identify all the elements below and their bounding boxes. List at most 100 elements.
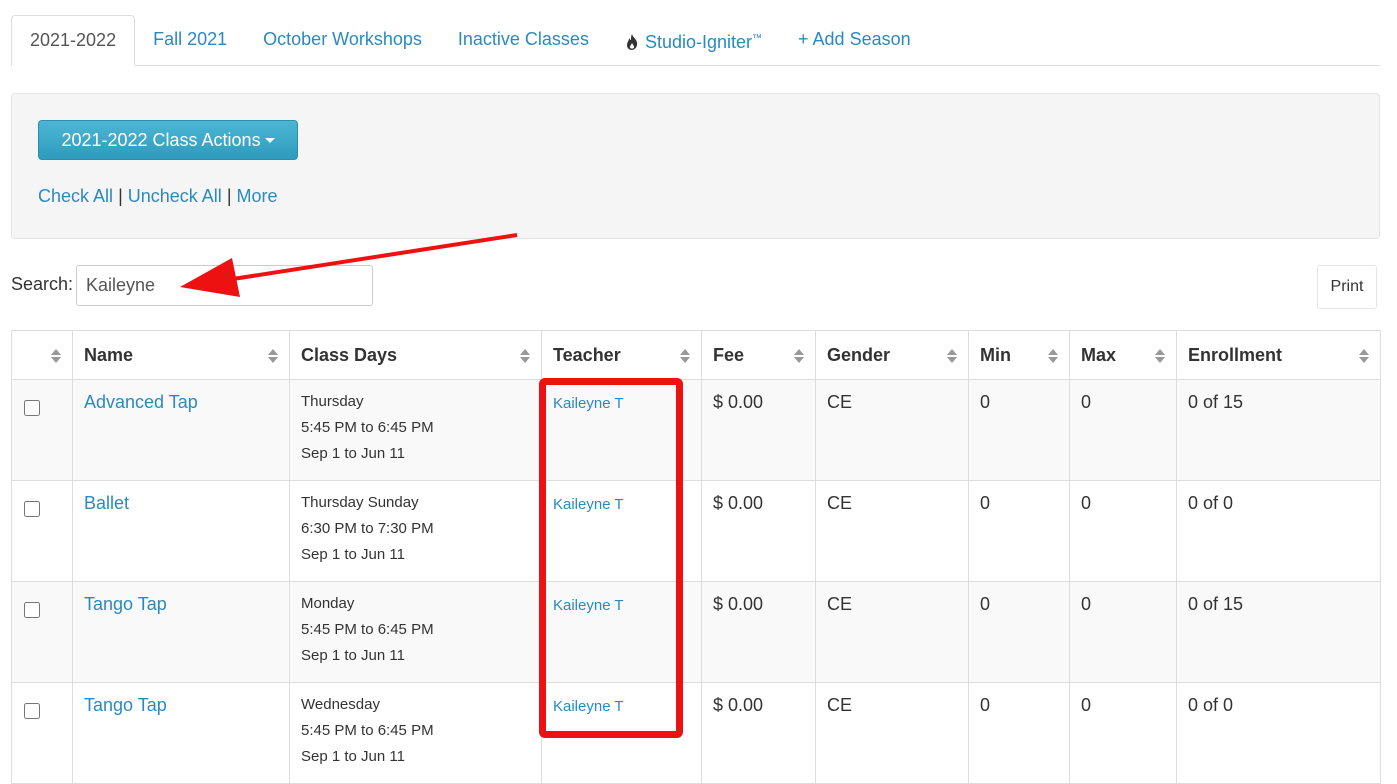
more-link[interactable]: More bbox=[237, 186, 278, 206]
name-cell: Tango Tap bbox=[72, 581, 290, 683]
enrollment-cell: 0 of 0 bbox=[1176, 682, 1381, 784]
sort-icon[interactable] bbox=[267, 348, 279, 364]
class-time: 5:45 PM to 6:45 PM bbox=[301, 419, 434, 436]
teacher-link[interactable]: Kaileyne T bbox=[553, 597, 624, 614]
class-days: Thursday bbox=[301, 393, 364, 410]
min-cell: 0 bbox=[968, 480, 1070, 582]
row-checkbox[interactable] bbox=[24, 400, 40, 416]
sort-icon[interactable] bbox=[946, 348, 958, 364]
classes-table: Name Class Days Teacher Fee Gender Min Max Enro… bbox=[11, 330, 1381, 784]
table-row: Tango Tap Monday 5:45 PM to 6:45 PM Sep 1 t… bbox=[11, 581, 1381, 683]
row-checkbox[interactable] bbox=[24, 501, 40, 517]
column-header-select[interactable] bbox=[11, 330, 73, 380]
sort-icon[interactable] bbox=[1358, 348, 1370, 364]
table-row: Advanced Tap Thursday 5:45 PM to 6:45 PM Se… bbox=[11, 379, 1381, 481]
tab-october-workshops[interactable]: October Workshops bbox=[245, 15, 440, 65]
check-links: Check All | Uncheck All | More bbox=[38, 186, 278, 207]
select-cell bbox=[11, 379, 73, 481]
class-actions-panel: 2021-2022 Class Actions Check All | Unch… bbox=[11, 93, 1380, 239]
class-days-cell: Wednesday 5:45 PM to 6:45 PM Sep 1 to Jun … bbox=[289, 682, 542, 784]
column-header-min[interactable]: Min bbox=[968, 330, 1070, 380]
teacher-cell: Kaileyne T bbox=[541, 379, 702, 481]
fee-cell: $ 0.00 bbox=[701, 581, 816, 683]
class-days-cell: Monday 5:45 PM to 6:45 PM Sep 1 to Jun 11 bbox=[289, 581, 542, 683]
teacher-cell: Kaileyne T bbox=[541, 480, 702, 582]
uncheck-all-link[interactable]: Uncheck All bbox=[128, 186, 222, 206]
fee-cell: $ 0.00 bbox=[701, 480, 816, 582]
min-cell: 0 bbox=[968, 682, 1070, 784]
tab-studio-igniter[interactable]: Studio-Igniter™ bbox=[607, 15, 780, 65]
tab-fall-2021[interactable]: Fall 2021 bbox=[135, 15, 245, 65]
max-cell: 0 bbox=[1069, 581, 1177, 683]
class-dates: Sep 1 to Jun 11 bbox=[301, 546, 405, 563]
class-dates: Sep 1 to Jun 11 bbox=[301, 445, 405, 462]
column-header-label: Fee bbox=[713, 344, 745, 365]
tab-inactive-classes[interactable]: Inactive Classes bbox=[440, 15, 607, 65]
class-time: 5:45 PM to 6:45 PM bbox=[301, 722, 434, 739]
enrollment-cell: 0 of 15 bbox=[1176, 581, 1381, 683]
select-cell bbox=[11, 581, 73, 683]
table-row: Ballet Thursday Sunday 6:30 PM to 7:30 PM S… bbox=[11, 480, 1381, 582]
teacher-link[interactable]: Kaileyne T bbox=[553, 496, 624, 513]
teacher-cell: Kaileyne T bbox=[541, 581, 702, 683]
search-input[interactable] bbox=[76, 265, 373, 306]
min-cell: 0 bbox=[968, 581, 1070, 683]
class-days: Thursday Sunday bbox=[301, 494, 419, 511]
class-days: Wednesday bbox=[301, 696, 380, 713]
enrollment-cell: 0 of 0 bbox=[1176, 480, 1381, 582]
class-name-link[interactable]: Tango Tap bbox=[84, 695, 167, 715]
column-header-label: Enrollment bbox=[1188, 344, 1283, 365]
row-checkbox[interactable] bbox=[24, 602, 40, 618]
class-name-link[interactable]: Ballet bbox=[84, 493, 129, 513]
teacher-link[interactable]: Kaileyne T bbox=[553, 698, 624, 715]
sort-icon[interactable] bbox=[50, 348, 62, 364]
max-cell: 0 bbox=[1069, 379, 1177, 481]
column-header-fee[interactable]: Fee bbox=[701, 330, 816, 380]
row-checkbox[interactable] bbox=[24, 703, 40, 719]
column-header-teacher[interactable]: Teacher bbox=[541, 330, 702, 380]
name-cell: Ballet bbox=[72, 480, 290, 582]
class-actions-dropdown-button[interactable]: 2021-2022 Class Actions bbox=[38, 120, 298, 160]
sort-icon[interactable] bbox=[1047, 348, 1059, 364]
search-label: Search: bbox=[11, 274, 74, 294]
class-days-cell: Thursday 5:45 PM to 6:45 PM Sep 1 to Jun 1… bbox=[289, 379, 542, 481]
sort-icon[interactable] bbox=[1154, 348, 1166, 364]
select-cell bbox=[11, 480, 73, 582]
class-days: Monday bbox=[301, 595, 355, 612]
teacher-link[interactable]: Kaileyne T bbox=[553, 395, 624, 412]
max-cell: 0 bbox=[1069, 480, 1177, 582]
class-time: 6:30 PM to 7:30 PM bbox=[301, 520, 434, 537]
check-all-link[interactable]: Check All bbox=[38, 186, 113, 206]
column-header-class-days[interactable]: Class Days bbox=[289, 330, 542, 380]
class-days-cell: Thursday Sunday 6:30 PM to 7:30 PM Sep 1 t… bbox=[289, 480, 542, 582]
column-header-max[interactable]: Max bbox=[1069, 330, 1177, 380]
sort-icon[interactable] bbox=[679, 348, 691, 364]
add-season-tab[interactable]: + Add Season bbox=[780, 15, 929, 65]
name-cell: Tango Tap bbox=[72, 682, 290, 784]
season-tabs: 2021-2022 Fall 2021 October Workshops In… bbox=[11, 15, 1380, 66]
class-name-link[interactable]: Tango Tap bbox=[84, 594, 167, 614]
column-header-name[interactable]: Name bbox=[72, 330, 290, 380]
enrollment-cell: 0 of 15 bbox=[1176, 379, 1381, 481]
flame-icon bbox=[626, 34, 638, 50]
gender-cell: CE bbox=[815, 480, 969, 582]
tab-2021-2022[interactable]: 2021-2022 bbox=[11, 15, 136, 66]
class-name-link[interactable]: Advanced Tap bbox=[84, 392, 198, 412]
sort-icon[interactable] bbox=[519, 348, 531, 364]
max-cell: 0 bbox=[1069, 682, 1177, 784]
teacher-cell: Kaileyne T bbox=[541, 682, 702, 784]
sort-icon[interactable] bbox=[793, 348, 805, 364]
column-header-gender[interactable]: Gender bbox=[815, 330, 969, 380]
column-header-enrollment[interactable]: Enrollment bbox=[1176, 330, 1381, 380]
separator: | bbox=[118, 186, 123, 206]
gender-cell: CE bbox=[815, 379, 969, 481]
column-header-label: Gender bbox=[827, 344, 891, 365]
print-button[interactable]: Print bbox=[1317, 265, 1377, 309]
column-header-label: Class Days bbox=[301, 344, 398, 365]
table-header-row: Name Class Days Teacher Fee Gender Min Max Enro… bbox=[11, 330, 1381, 380]
separator: | bbox=[226, 186, 232, 206]
class-dates: Sep 1 to Jun 11 bbox=[301, 748, 405, 765]
min-cell: 0 bbox=[968, 379, 1070, 481]
fee-cell: $ 0.00 bbox=[701, 379, 816, 481]
gender-cell: CE bbox=[815, 682, 969, 784]
